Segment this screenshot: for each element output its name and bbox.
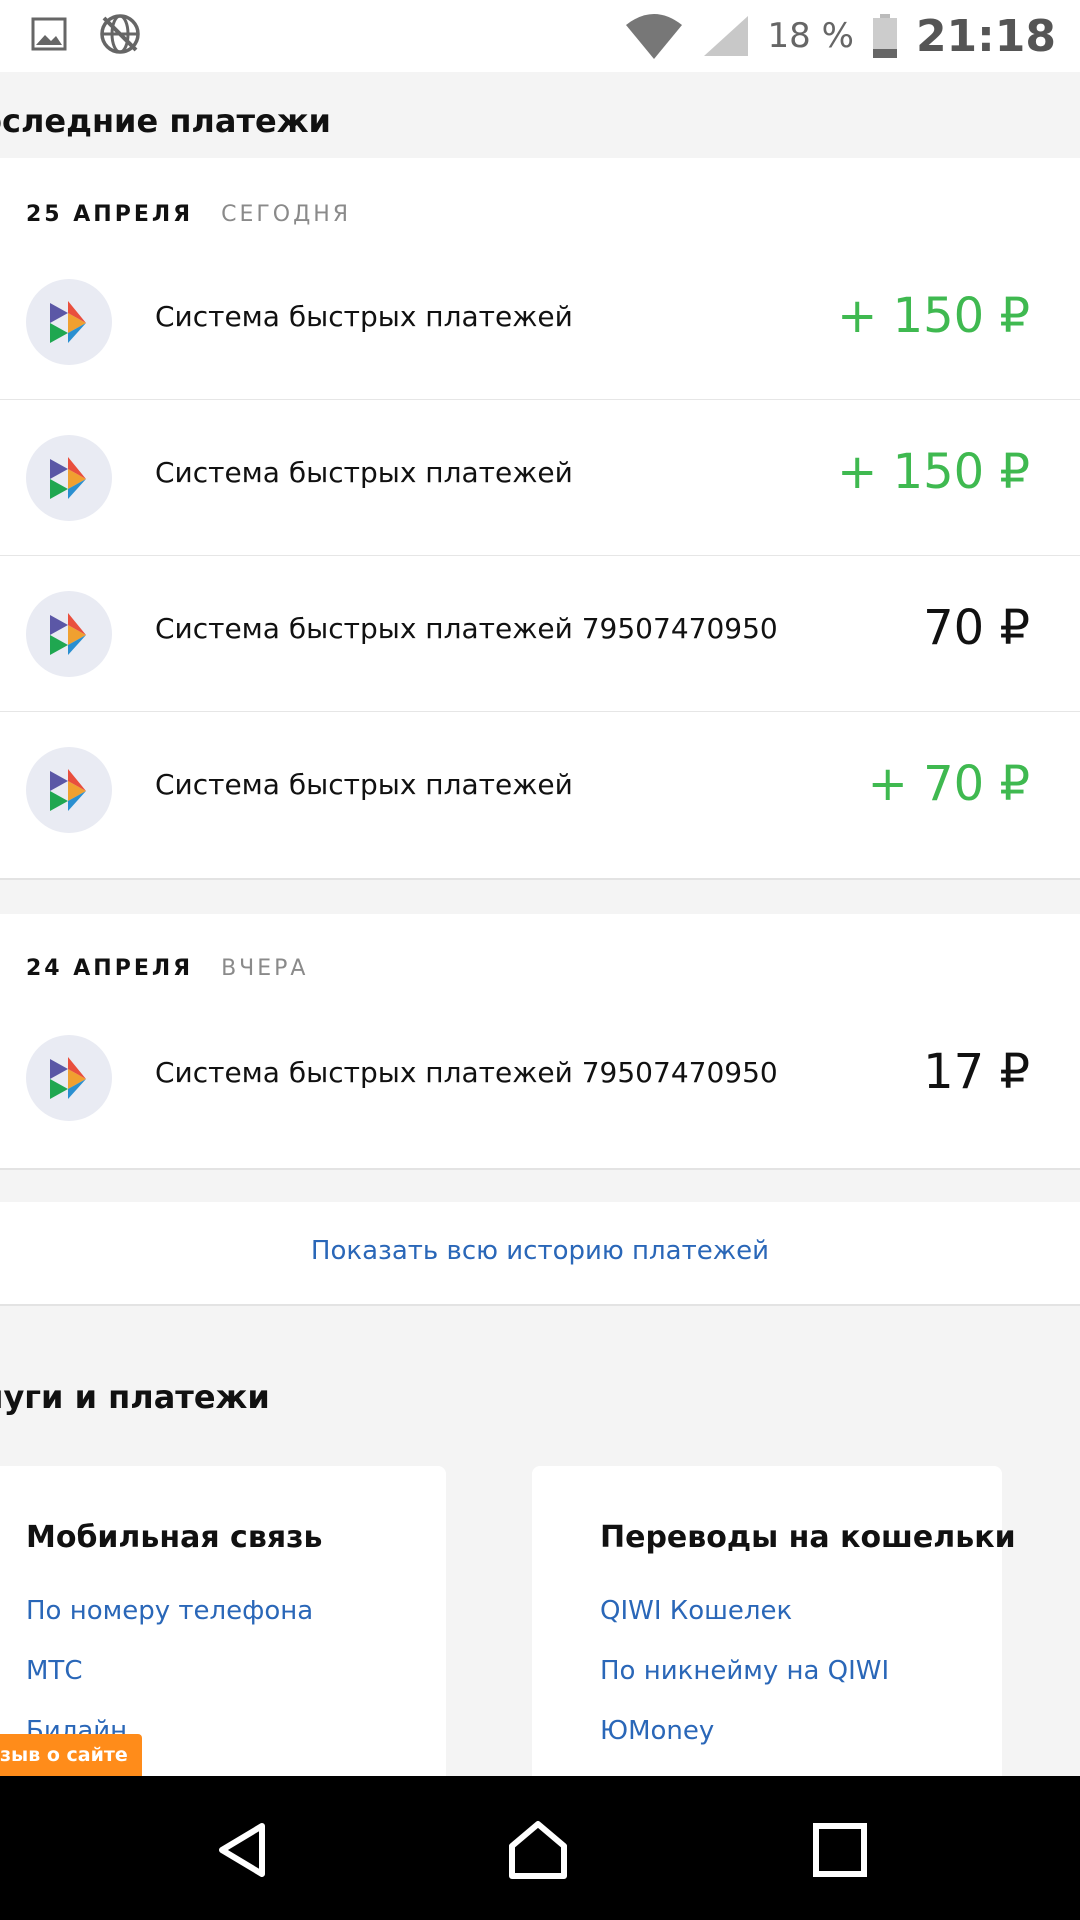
service-link[interactable]: По номеру телефона	[26, 1596, 313, 1626]
back-icon[interactable]	[212, 1820, 272, 1880]
date-relative-label: СЕГОДНЯ	[221, 202, 352, 227]
payment-row[interactable]: Система быстрых платежей + 70 ₽	[0, 712, 1080, 868]
date-label: 25 АПРЕЛЯ	[26, 202, 194, 227]
home-icon[interactable]	[508, 1820, 568, 1880]
sbp-logo-icon	[26, 591, 112, 677]
payment-amount: + 150 ₽	[837, 288, 1030, 344]
service-link[interactable]: ЮMoney	[600, 1716, 714, 1746]
battery-percent: 18 %	[767, 16, 854, 56]
payment-title: Система быстрых платежей	[155, 768, 573, 801]
payment-title: Система быстрых платежей	[155, 300, 573, 333]
recent-payments-title: оследние платежи	[0, 102, 331, 140]
date-label: 24 АПРЕЛЯ	[26, 956, 194, 981]
image-icon	[31, 17, 67, 51]
page-content: оследние платежи 25 АПРЕЛЯ СЕГОДНЯ Систе…	[0, 72, 1080, 1776]
sbp-logo-icon	[26, 747, 112, 833]
card-title: Мобильная связь	[26, 1520, 323, 1555]
sbp-logo-icon	[26, 279, 112, 365]
mobile-services-card: Мобильная связь По номеру телефона МТС Б…	[0, 1466, 446, 1776]
payment-amount: 70 ₽	[923, 600, 1030, 656]
payment-amount: + 70 ₽	[867, 756, 1030, 812]
payment-row[interactable]: Система быстрых платежей + 150 ₽	[0, 400, 1080, 556]
show-all-history-link[interactable]: Показать всю историю платежей	[0, 1236, 1080, 1266]
feedback-button[interactable]: зыв о сайте	[0, 1734, 142, 1776]
payment-row[interactable]: Система быстрых платежей + 150 ₽	[0, 244, 1080, 400]
payment-title: Система быстрых платежей 79507470950	[155, 1056, 778, 1089]
payment-amount: + 150 ₽	[837, 444, 1030, 500]
date-header: 25 АПРЕЛЯ СЕГОДНЯ	[26, 202, 351, 227]
payments-card-yesterday: 24 АПРЕЛЯ ВЧЕРА Система быстрых платежей…	[0, 914, 1080, 1170]
service-link[interactable]: QIWI Кошелек	[600, 1596, 792, 1626]
payment-row[interactable]: Система быстрых платежей 79507470950 70 …	[0, 556, 1080, 712]
service-link[interactable]: МТС	[26, 1656, 82, 1686]
card-title: Переводы на кошельки	[600, 1520, 1016, 1555]
status-bar: 18 % 21:18	[0, 0, 1080, 72]
no-network-icon	[100, 14, 140, 54]
payment-title: Система быстрых платежей	[155, 456, 573, 489]
services-title: луги и платежи	[0, 1378, 270, 1416]
payments-card-today: 25 АПРЕЛЯ СЕГОДНЯ Система быстрых платеж…	[0, 158, 1080, 880]
wifi-icon	[625, 14, 682, 59]
payment-amount: 17 ₽	[923, 1044, 1030, 1100]
service-link[interactable]: По никнейму на QIWI	[600, 1656, 889, 1686]
system-nav-bar	[0, 1776, 1080, 1920]
wallet-transfers-card: Переводы на кошельки QIWI Кошелек По ник…	[532, 1466, 1016, 1776]
date-relative-label: ВЧЕРА	[221, 956, 309, 981]
clock: 21:18	[915, 10, 1056, 62]
show-all-history-card: Показать всю историю платежей	[0, 1202, 1080, 1306]
signal-icon	[703, 16, 748, 56]
sbp-logo-icon	[26, 1035, 112, 1121]
recents-icon[interactable]	[810, 1820, 870, 1880]
payment-title: Система быстрых платежей 79507470950	[155, 612, 778, 645]
battery-icon	[872, 14, 897, 58]
date-header: 24 АПРЕЛЯ ВЧЕРА	[26, 956, 308, 981]
sbp-logo-icon	[26, 435, 112, 521]
payment-row[interactable]: Система быстрых платежей 79507470950 17 …	[0, 1000, 1080, 1156]
